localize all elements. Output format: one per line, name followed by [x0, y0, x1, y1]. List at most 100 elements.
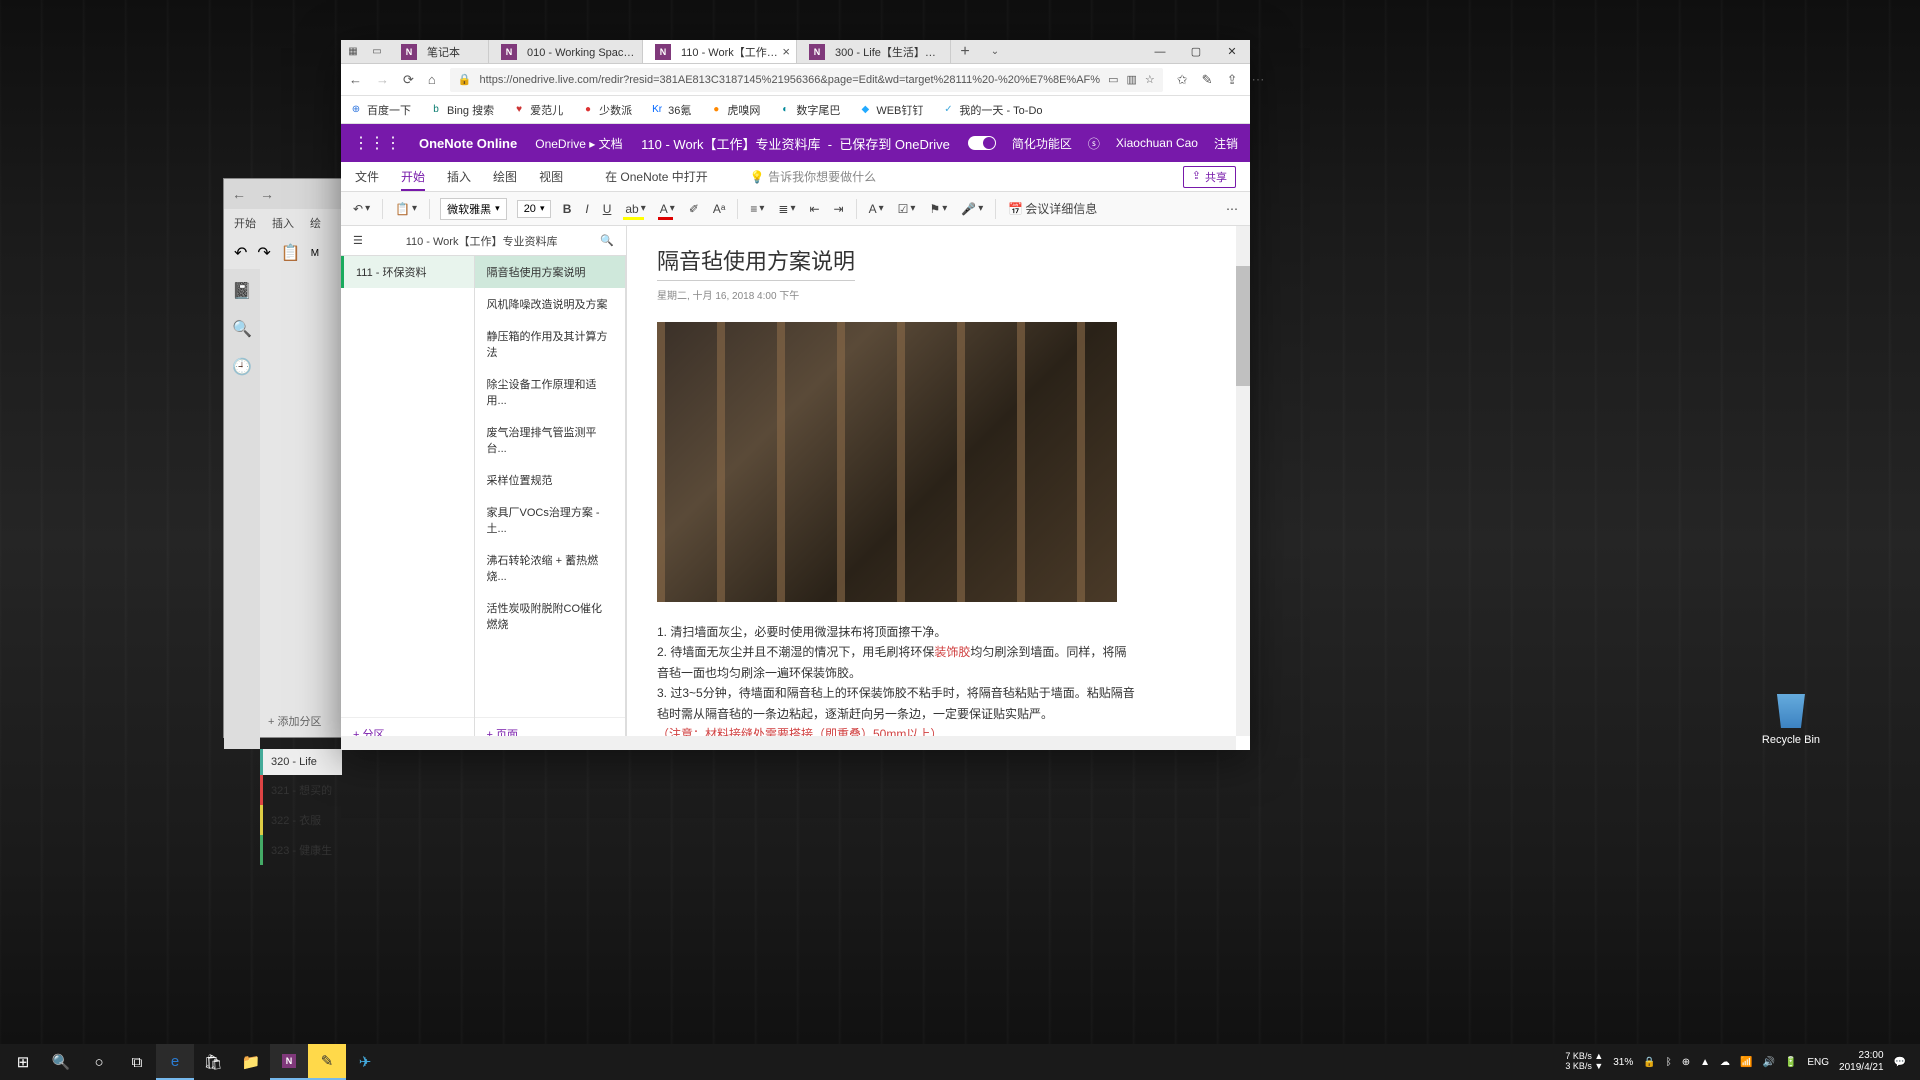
tray-icon[interactable]: ☁ [1720, 1057, 1730, 1068]
browser-tab[interactable]: N 010 - Working Space【工作 [489, 40, 643, 63]
share-icon[interactable]: ⇪ [1227, 72, 1238, 88]
styles-button[interactable]: A▾ [867, 200, 886, 218]
bookmark-item[interactable]: ♥爱范儿 [512, 102, 563, 118]
back-button[interactable]: ← [349, 72, 362, 87]
search-button[interactable]: 🔍 [42, 1044, 80, 1080]
tray-icon[interactable]: ⊕ [1682, 1057, 1690, 1068]
start-button[interactable]: ⊞ [4, 1044, 42, 1080]
notes-icon[interactable]: ✎ [1202, 72, 1213, 88]
new-tab-button[interactable]: + [951, 40, 979, 63]
more-commands-button[interactable]: ⋯ [1224, 200, 1240, 218]
tray-language[interactable]: ENG [1807, 1057, 1829, 1068]
back-arrow[interactable]: ← [232, 186, 246, 202]
italic-button[interactable]: I [583, 200, 590, 218]
close-tab-icon[interactable]: × [782, 44, 790, 59]
undo-icon[interactable]: ↶ [234, 243, 247, 263]
bg-tab-home[interactable]: 开始 [234, 215, 256, 231]
minimize-button[interactable]: — [1142, 40, 1178, 63]
favorites-icon[interactable]: ✩ [1177, 72, 1188, 88]
open-in-onenote[interactable]: 在 OneNote 中打开 [605, 168, 708, 185]
horizontal-scrollbar[interactable] [341, 736, 1236, 750]
tray-icon[interactable]: ᛒ [1666, 1057, 1672, 1068]
number-list-button[interactable]: ≣▾ [776, 200, 797, 218]
bookmark-item[interactable]: ◐数字尾巴 [778, 102, 840, 118]
bold-button[interactable]: B [561, 200, 574, 218]
refresh-button[interactable]: ⟳ [403, 72, 414, 88]
redo-icon[interactable]: ↷ [257, 243, 270, 263]
embedded-image[interactable] [657, 322, 1117, 602]
bg-tab-insert[interactable]: 插入 [272, 215, 294, 231]
undo-button[interactable]: ↶▾ [351, 200, 372, 218]
tab-scroll-icon[interactable]: ⌄ [983, 40, 1007, 63]
home-button[interactable]: ⌂ [428, 72, 436, 87]
bookmark-item[interactable]: Kr36氪 [650, 102, 691, 118]
app-launcher-icon[interactable]: ⋮⋮⋮ [353, 133, 401, 153]
indent-button[interactable]: ⇥ [832, 200, 846, 218]
taskbar-explorer[interactable]: 📁 [232, 1044, 270, 1080]
cortana-button[interactable]: ○ [80, 1044, 118, 1080]
page-item[interactable]: 家具厂VOCs治理方案 - 土... [475, 496, 625, 544]
bg-section-item[interactable]: 321 - 想买的 [260, 775, 342, 805]
tray-battery-icon[interactable]: 🔋 [1785, 1057, 1797, 1068]
tab-actions-icon[interactable]: ▦ [341, 40, 365, 63]
browser-tab[interactable]: N 300 - Life【生活】生活常识 [797, 40, 951, 63]
page-canvas[interactable]: 隔音毡使用方案说明 星期二, 十月 16, 2018 4:00 下午 1. 清扫… [627, 226, 1250, 750]
recycle-bin[interactable]: Recycle Bin [1762, 690, 1820, 746]
page-item[interactable]: 隔音毡使用方案说明 [475, 256, 625, 288]
skype-icon[interactable]: ⓢ [1088, 135, 1100, 152]
page-body-text[interactable]: 1. 清扫墙面灰尘，必要时使用微湿抹布将顶面擦干净。 2. 待墙面无灰尘并且不潮… [657, 622, 1137, 744]
forward-button[interactable]: → [376, 72, 389, 87]
taskbar-store[interactable]: 🛍 [194, 1044, 232, 1080]
page-title[interactable]: 隔音毡使用方案说明 [657, 244, 855, 281]
bookmark-item[interactable]: ✓我的一天 - To-Do [941, 102, 1042, 118]
settings-icon[interactable]: ⋯ [1251, 72, 1264, 88]
notebook-title[interactable]: 110 - Work【工作】专业资料库 [363, 233, 600, 249]
page-item[interactable]: 除尘设备工作原理和适用... [475, 368, 625, 416]
reading-view-icon[interactable]: ▭ [1108, 73, 1118, 86]
tray-icon[interactable]: 🔒 [1643, 1057, 1655, 1068]
share-button[interactable]: ⇪ 共享 [1183, 166, 1236, 188]
underline-button[interactable]: U [601, 200, 614, 218]
vertical-scrollbar[interactable] [1236, 226, 1250, 736]
ribbon-tab-insert[interactable]: 插入 [447, 168, 471, 185]
bookmark-item[interactable]: ●少数派 [581, 102, 632, 118]
meeting-details-button[interactable]: 📅 会议详细信息 [1006, 198, 1099, 219]
tray-clock[interactable]: 23:00 2019/4/21 [1839, 1050, 1884, 1074]
clipboard-icon[interactable]: 📋 [281, 243, 301, 263]
dictate-button[interactable]: 🎤▾ [959, 200, 985, 218]
simplify-ribbon-toggle[interactable] [968, 136, 996, 150]
ribbon-tab-file[interactable]: 文件 [355, 168, 379, 185]
tray-icon[interactable]: ▲ [1700, 1057, 1710, 1068]
taskbar-edge[interactable]: e [156, 1044, 194, 1080]
bg-section-item[interactable]: 320 - Life [260, 749, 342, 775]
signout-link[interactable]: 注销 [1214, 135, 1238, 152]
outdent-button[interactable]: ⇤ [807, 200, 821, 218]
maximize-button[interactable]: ▢ [1178, 40, 1214, 63]
tray-volume-icon[interactable]: 🔊 [1762, 1057, 1774, 1068]
taskbar-sticky[interactable]: ✎ [308, 1044, 346, 1080]
taskbar-onenote[interactable]: N [270, 1044, 308, 1080]
ribbon-tab-view[interactable]: 视图 [539, 168, 563, 185]
browser-tab-active[interactable]: N 110 - Work【工作】专业 × [643, 40, 797, 63]
search-icon[interactable]: 🔍 [232, 319, 252, 339]
highlight-button[interactable]: ab▾ [623, 200, 647, 218]
task-view-button[interactable]: ⧉ [118, 1044, 156, 1080]
hamburger-icon[interactable]: ☰ [353, 234, 363, 247]
tray-wifi-icon[interactable]: 📶 [1740, 1057, 1752, 1068]
bookmark-item[interactable]: ●虎嗅网 [709, 102, 760, 118]
page-item[interactable]: 静压箱的作用及其计算方法 [475, 320, 625, 368]
tags-button[interactable]: ☑▾ [896, 200, 918, 218]
font-size-select[interactable]: 20 ▾ [517, 200, 551, 218]
paste-button[interactable]: 📋▾ [393, 200, 419, 218]
add-section[interactable]: + 添加分区 [268, 713, 321, 729]
search-icon[interactable]: 🔍 [600, 234, 614, 247]
bullet-list-button[interactable]: ≡▾ [748, 200, 766, 218]
recent-icon[interactable]: 🕘 [232, 357, 252, 377]
format-painter-button[interactable]: Aᵃ [711, 200, 727, 218]
tab-preview-icon[interactable]: ▭ [365, 40, 389, 63]
font-family-select[interactable]: 微软雅黑 ▾ [440, 198, 507, 220]
bookmark-item[interactable]: bBing 搜索 [429, 102, 494, 118]
section-item[interactable]: 111 - 环保资料 [341, 256, 474, 288]
bg-tab-draw[interactable]: 绘 [310, 215, 321, 231]
page-item[interactable]: 活性炭吸附脱附CO催化燃烧 [475, 592, 625, 640]
